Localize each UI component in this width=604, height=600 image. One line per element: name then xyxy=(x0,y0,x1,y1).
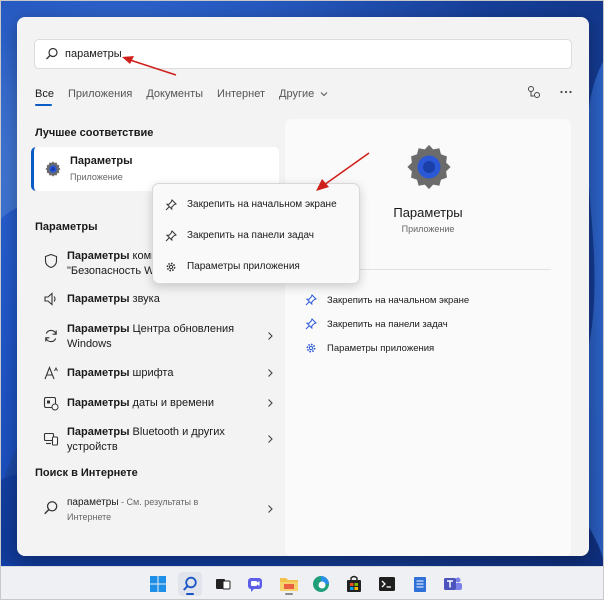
devices-icon xyxy=(43,432,59,446)
web-search-query: параметры xyxy=(67,497,119,508)
gear-icon xyxy=(306,343,316,353)
preview-pin-taskbar-label: Закрепить на панели задач xyxy=(327,318,448,330)
list-item-line2: устройств xyxy=(67,441,118,453)
pin-icon xyxy=(165,198,177,210)
list-item-font[interactable]: Параметры шрифта xyxy=(31,363,281,383)
annotation-arrow xyxy=(122,56,177,76)
preview-app-settings-label: Параметры приложения xyxy=(327,342,435,354)
calendar-clock-icon xyxy=(43,396,59,411)
chat-icon[interactable] xyxy=(243,572,267,596)
list-item-bold: Параметры xyxy=(67,250,130,262)
ctx-app-settings-label: Параметры приложения xyxy=(187,261,300,272)
web-search-hint: - См. результаты в xyxy=(118,497,199,507)
tab-toolbar xyxy=(527,85,573,99)
notepad-icon[interactable] xyxy=(408,572,432,596)
terminal-icon[interactable] xyxy=(375,572,399,596)
active-indicator xyxy=(186,593,194,595)
best-match-subtitle: Приложение xyxy=(70,172,123,182)
list-item-rest: даты и времени xyxy=(129,397,215,409)
gear-icon xyxy=(166,262,176,271)
chevron-right-icon xyxy=(268,332,273,340)
list-item-date-time[interactable]: Параметры даты и времени xyxy=(31,393,281,413)
list-item-bold: Параметры xyxy=(67,323,130,335)
speaker-icon xyxy=(44,292,56,306)
web-section-header: Поиск в Интернете xyxy=(35,467,138,479)
list-item-bold: Параметры xyxy=(67,397,130,409)
ctx-pin-taskbar[interactable]: Закрепить на панели задач xyxy=(153,220,359,251)
list-item-bold: Параметры xyxy=(67,367,130,379)
list-item-line2: "Безопасность Wi xyxy=(67,265,157,277)
list-item-rest: Центра обновления xyxy=(129,323,235,335)
tab-documents[interactable]: Документы xyxy=(146,88,203,106)
more-options-icon[interactable] xyxy=(559,85,573,99)
search-icon[interactable] xyxy=(178,572,202,596)
search-icon xyxy=(44,501,58,515)
search-icon xyxy=(46,47,58,60)
list-item-bold: Параметры xyxy=(67,293,130,305)
list-item-bluetooth[interactable]: Параметры Bluetooth и других устройств xyxy=(31,423,281,455)
ctx-pin-taskbar-label: Закрепить на панели задач xyxy=(187,230,314,241)
web-search-item[interactable]: параметры - См. результаты в Интернете xyxy=(31,493,281,525)
web-search-hint-line2: Интернете xyxy=(67,512,112,522)
tab-more-label: Другие xyxy=(279,88,315,100)
settings-gear-icon xyxy=(407,144,451,190)
chevron-right-icon xyxy=(268,399,273,407)
font-icon xyxy=(44,365,58,380)
windows-start-icon[interactable] xyxy=(146,572,170,596)
best-match-title: Параметры xyxy=(70,155,133,167)
pin-icon xyxy=(165,229,177,241)
chevron-right-icon xyxy=(268,435,273,443)
preview-pin-taskbar[interactable]: Закрепить на панели задач xyxy=(305,318,448,330)
list-item-bold: Параметры xyxy=(67,426,130,438)
tab-web[interactable]: Интернет xyxy=(217,88,265,106)
chevron-right-icon xyxy=(268,505,273,513)
tab-apps[interactable]: Приложения xyxy=(68,88,132,106)
chevron-right-icon xyxy=(268,369,273,377)
list-item-line2: Windows xyxy=(67,338,112,350)
ctx-pin-start-label: Закрепить на начальном экране xyxy=(187,199,337,210)
list-item-rest: шрифта xyxy=(129,367,174,379)
edge-icon[interactable] xyxy=(309,572,333,596)
search-flyout: параметры Все Приложения Документы Интер… xyxy=(17,17,589,556)
preview-app-settings[interactable]: Параметры приложения xyxy=(305,342,434,354)
pin-icon xyxy=(305,294,317,306)
shield-icon xyxy=(44,253,58,269)
tab-all[interactable]: Все xyxy=(35,88,54,106)
best-match-header: Лучшее соответствие xyxy=(35,127,154,139)
settings-gear-icon xyxy=(45,161,61,177)
running-indicator xyxy=(285,593,293,595)
taskbar xyxy=(1,566,603,599)
file-explorer-icon[interactable] xyxy=(277,572,301,596)
context-menu: Закрепить на начальном экране Закрепить … xyxy=(152,183,360,284)
task-view-icon[interactable] xyxy=(211,572,235,596)
annotation-arrow xyxy=(316,152,370,191)
teams-icon[interactable] xyxy=(441,572,465,596)
list-item-windows-update[interactable]: Параметры Центра обновления Windows xyxy=(31,320,281,352)
settings-section-header: Параметры xyxy=(35,221,98,233)
search-query-text: параметры xyxy=(65,48,122,60)
list-item-sound[interactable]: Параметры звука xyxy=(31,289,281,309)
search-input[interactable]: параметры xyxy=(34,39,572,69)
chevron-down-icon xyxy=(320,92,328,97)
tab-more[interactable]: Другие xyxy=(279,88,328,106)
preview-pin-start[interactable]: Закрепить на начальном экране xyxy=(305,294,469,306)
pin-icon xyxy=(305,318,317,330)
filter-tabs: Все Приложения Документы Интернет Другие xyxy=(35,88,342,106)
sync-icon xyxy=(45,329,57,343)
preview-pin-start-label: Закрепить на начальном экране xyxy=(327,294,470,306)
store-icon[interactable] xyxy=(342,572,366,596)
list-item-rest: звука xyxy=(129,293,160,305)
list-item-rest: Bluetooth и других xyxy=(129,426,225,438)
share-account-icon[interactable] xyxy=(527,85,541,99)
ctx-app-settings[interactable]: Параметры приложения xyxy=(153,251,359,282)
